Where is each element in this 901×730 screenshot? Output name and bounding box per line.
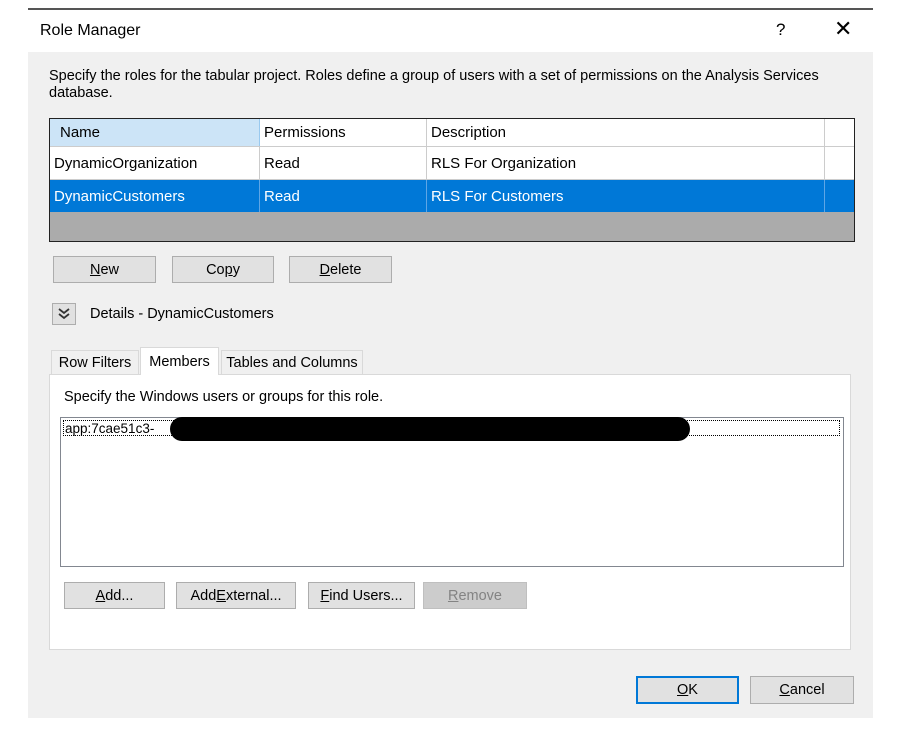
role-permissions-cell[interactable]: Read: [260, 180, 427, 212]
title-bar: Role Manager ? ✕: [28, 10, 873, 52]
members-tab-panel: Specify the Windows users or groups for …: [49, 374, 851, 650]
tab-members[interactable]: Members: [140, 347, 219, 375]
chevron-double-down-icon: [58, 308, 70, 320]
members-instruction: Specify the Windows users or groups for …: [64, 389, 384, 405]
role-name-cell[interactable]: DynamicCustomers: [50, 180, 260, 212]
list-item[interactable]: app:7cae51c3-: [63, 417, 840, 441]
delete-role-button[interactable]: Delete: [289, 256, 392, 283]
window-title: Role Manager: [40, 22, 141, 39]
member-name: app:7cae51c3-: [65, 421, 155, 436]
row-filler-cell: [825, 180, 854, 212]
redaction-mark: [170, 417, 690, 441]
close-icon[interactable]: ✕: [834, 16, 852, 42]
details-label: Details - DynamicCustomers: [90, 306, 274, 322]
table-row[interactable]: DynamicOrganization Read RLS For Organiz…: [50, 147, 854, 180]
column-header-permissions[interactable]: Permissions: [260, 119, 427, 146]
column-header-filler: [825, 119, 854, 146]
role-permissions-cell[interactable]: Read: [260, 147, 427, 179]
cancel-button[interactable]: Cancel: [750, 676, 854, 704]
tab-tables-and-columns[interactable]: Tables and Columns: [221, 350, 363, 374]
tab-row-filters[interactable]: Row Filters: [51, 350, 139, 374]
help-button[interactable]: ?: [776, 20, 785, 40]
details-expander-button[interactable]: [52, 303, 76, 325]
grid-header: Name Permissions Description: [50, 119, 854, 147]
table-row-selected[interactable]: DynamicCustomers Read RLS For Customers: [50, 180, 854, 212]
dialog-description: Specify the roles for the tabular projec…: [49, 68, 819, 101]
row-filler-cell: [825, 147, 854, 179]
column-header-description[interactable]: Description: [427, 119, 825, 146]
add-member-button[interactable]: Add...: [64, 582, 165, 609]
copy-role-button[interactable]: Co p y: [172, 256, 274, 283]
members-list[interactable]: app:7cae51c3-: [60, 417, 844, 567]
find-users-button[interactable]: Find Users...: [308, 582, 415, 609]
roles-grid[interactable]: Name Permissions Description DynamicOrga…: [49, 118, 855, 242]
role-name-cell[interactable]: DynamicOrganization: [50, 147, 260, 179]
column-header-name[interactable]: Name: [50, 119, 260, 146]
new-role-button[interactable]: New: [53, 256, 156, 283]
add-external-button[interactable]: Add External...: [176, 582, 296, 609]
ok-button[interactable]: OK: [636, 676, 739, 704]
remove-member-button[interactable]: Remove: [423, 582, 527, 609]
role-description-cell[interactable]: RLS For Customers: [427, 180, 825, 212]
role-manager-dialog: Role Manager ? ✕ Specify the roles for t…: [28, 10, 873, 718]
role-description-cell[interactable]: RLS For Organization: [427, 147, 825, 179]
